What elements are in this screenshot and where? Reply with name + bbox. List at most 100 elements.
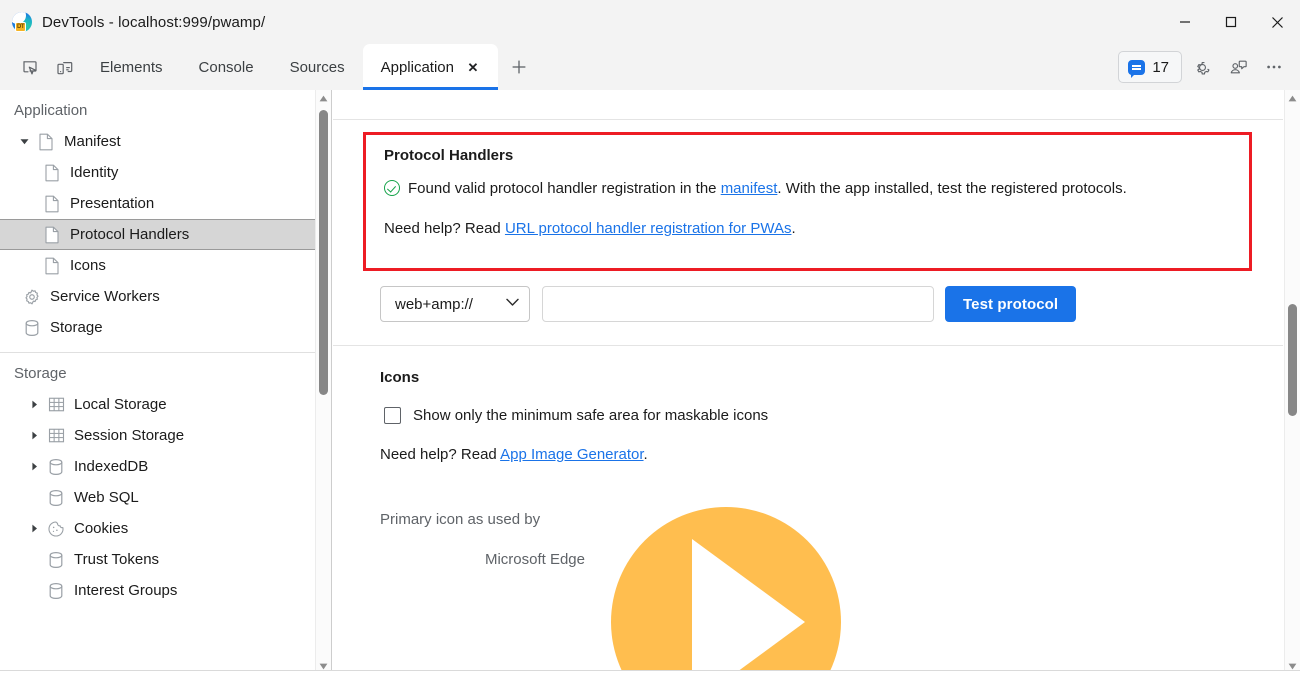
check-circle-icon <box>384 180 400 196</box>
protocol-url-input[interactable] <box>542 286 934 322</box>
edge-devtools-icon: DT <box>12 12 32 32</box>
primary-icon-caption: Primary icon as used by Microsoft Edge <box>380 500 585 580</box>
sidebar-item-presentation[interactable]: Presentation <box>0 188 331 219</box>
scrollbar-thumb[interactable] <box>1288 304 1297 416</box>
document-icon <box>40 195 64 213</box>
scroll-up-icon[interactable] <box>1285 90 1300 106</box>
tab-elements-label: Elements <box>100 58 163 76</box>
help-prefix: Need help? Read <box>384 220 505 237</box>
tab-console[interactable]: Console <box>181 44 272 90</box>
minimize-button[interactable] <box>1162 0 1208 44</box>
sidebar-item-label: Manifest <box>64 133 121 150</box>
sidebar-item-protocol-handlers[interactable]: Protocol Handlers <box>0 219 331 250</box>
sidebar-item-local-storage[interactable]: Local Storage <box>0 389 331 420</box>
window-title: DevTools - localhost:999/pwamp/ <box>42 13 266 31</box>
issues-badge[interactable]: 17 <box>1118 51 1182 83</box>
sidebar-item-label: Service Workers <box>50 288 160 305</box>
maskable-checkbox[interactable] <box>384 407 401 424</box>
chevron-right-icon[interactable] <box>24 399 44 410</box>
inspect-element-icon[interactable] <box>14 53 48 83</box>
database-icon <box>44 551 68 569</box>
chevron-down-icon[interactable] <box>14 136 34 147</box>
issues-count: 17 <box>1152 58 1169 76</box>
scrollbar-thumb[interactable] <box>319 110 328 395</box>
tab-sources-label: Sources <box>289 58 345 76</box>
close-icon[interactable]: ✕ <box>466 60 480 74</box>
play-button-icon <box>611 507 841 674</box>
sidebar-section-application-title: Application <box>14 102 88 119</box>
sidebar-section-storage-title: Storage <box>14 365 67 382</box>
chevron-right-icon[interactable] <box>24 461 44 472</box>
protocol-scheme-select[interactable]: web+amp:// <box>380 286 530 322</box>
sidebar-item-web-sql[interactable]: Web SQL <box>0 482 331 513</box>
gear-icon[interactable] <box>1186 51 1218 83</box>
database-icon <box>44 489 68 507</box>
test-protocol-button[interactable]: Test protocol <box>945 286 1077 322</box>
sidebar-item-label: IndexedDB <box>74 458 149 475</box>
close-button[interactable] <box>1254 0 1300 44</box>
sidebar-section-application: Application Manifest Identity Presentati… <box>0 90 331 353</box>
scroll-up-icon[interactable] <box>316 90 331 106</box>
sidebar-item-icons[interactable]: Icons <box>0 250 331 281</box>
sidebar-item-label: Web SQL <box>74 489 139 506</box>
content-divider <box>333 345 1283 346</box>
chevron-down-icon <box>506 298 519 310</box>
maximize-button[interactable] <box>1208 0 1254 44</box>
content-scrollbar[interactable] <box>1284 90 1300 674</box>
chevron-right-icon[interactable] <box>24 430 44 441</box>
document-icon <box>40 226 64 244</box>
title-bar: DT DevTools - localhost:999/pwamp/ <box>0 0 1300 44</box>
sidebar-item-identity[interactable]: Identity <box>0 157 331 188</box>
sidebar-item-label: Trust Tokens <box>74 551 160 568</box>
pwa-protocol-docs-link[interactable]: URL protocol handler registration for PW… <box>505 220 792 237</box>
sidebar-item-storage[interactable]: Storage <box>0 312 331 343</box>
primary-icon-caption-line1: Primary icon as used by <box>380 511 541 528</box>
toolbar-right-actions: 17 <box>1118 51 1290 83</box>
icons-section: Icons Show only the minimum safe area fo… <box>380 369 1240 463</box>
tab-application-label: Application <box>380 58 454 76</box>
tab-sources[interactable]: Sources <box>272 44 363 90</box>
sidebar-item-indexeddb[interactable]: IndexedDB <box>0 451 331 482</box>
sidebar-item-label: Cookies <box>74 520 129 537</box>
protocol-handlers-heading: Protocol Handlers <box>384 147 514 164</box>
more-options-icon[interactable] <box>1258 51 1290 83</box>
sidebar-section-storage: Storage Local Storage Session Storage In… <box>0 353 331 606</box>
protocol-handlers-help: Need help? Read URL protocol handler reg… <box>384 216 1231 242</box>
sidebar-item-label: Local Storage <box>74 396 167 413</box>
table-icon <box>44 396 68 413</box>
help-suffix: . <box>791 220 796 237</box>
sidebar-scrollbar[interactable] <box>315 90 331 674</box>
chevron-right-icon[interactable] <box>24 523 44 534</box>
application-sidebar: Application Manifest Identity Presentati… <box>0 90 332 674</box>
devtools-window: DT DevTools - localhost:999/pwamp/ Eleme… <box>0 0 1300 674</box>
sidebar-item-label: Interest Groups <box>74 582 178 599</box>
content-divider <box>333 119 1283 120</box>
sidebar-item-service-workers[interactable]: Service Workers <box>0 281 331 312</box>
help-suffix: . <box>643 446 648 463</box>
sidebar-item-label: Presentation <box>70 195 155 212</box>
sidebar-item-label: Session Storage <box>74 427 185 444</box>
tab-application[interactable]: Application ✕ <box>362 44 499 90</box>
tab-elements[interactable]: Elements <box>82 44 181 90</box>
primary-icon-caption-line2: Microsoft Edge <box>484 551 585 568</box>
sidebar-item-interest-groups[interactable]: Interest Groups <box>0 575 331 606</box>
database-icon <box>44 458 68 476</box>
maskable-icons-option[interactable]: Show only the minimum safe area for mask… <box>380 407 1240 424</box>
app-image-generator-link[interactable]: App Image Generator <box>500 446 643 463</box>
manifest-link[interactable]: manifest <box>721 180 778 197</box>
manifest-detail-pane: Protocol Handlers Found valid protocol h… <box>333 90 1300 674</box>
window-bottom-edge <box>0 670 1300 674</box>
feedback-icon[interactable] <box>1222 51 1254 83</box>
sidebar-item-cookies[interactable]: Cookies <box>0 513 331 544</box>
sidebar-item-session-storage[interactable]: Session Storage <box>0 420 331 451</box>
document-icon <box>34 133 58 151</box>
tab-console-label: Console <box>198 58 254 76</box>
protocol-test-row: web+amp:// Test protocol <box>380 286 1077 322</box>
sidebar-item-manifest[interactable]: Manifest <box>0 126 331 157</box>
sidebar-item-trust-tokens[interactable]: Trust Tokens <box>0 544 331 575</box>
add-tab-button[interactable] <box>504 52 534 82</box>
device-toolbar-icon[interactable] <box>48 53 82 83</box>
help-prefix: Need help? Read <box>380 446 501 463</box>
protocol-handlers-status: Found valid protocol handler registratio… <box>384 176 1231 202</box>
status-text-after: . With the app installed, test the regis… <box>777 180 1127 197</box>
